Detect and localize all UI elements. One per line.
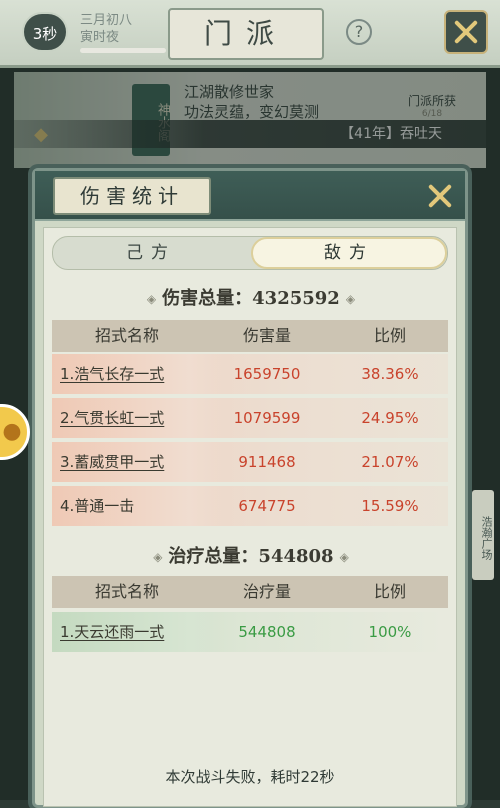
- tab-own-side[interactable]: 己方: [53, 237, 249, 269]
- col-skill-name: 招式名称: [94, 582, 159, 601]
- heal-table-header: 招式名称 治疗量 比例: [52, 576, 448, 608]
- table-row: 2.气贯长虹一式 1079599 24.95%: [52, 398, 448, 438]
- skill-link[interactable]: 2.气贯长虹一式: [52, 398, 224, 438]
- table-row: 4.普通一击 674775 15.59%: [52, 486, 448, 526]
- col-ratio: 比例: [373, 582, 406, 601]
- skill-link[interactable]: 1.浩气长存一式: [52, 354, 224, 394]
- help-button[interactable]: ?: [346, 19, 372, 45]
- tab-enemy-side[interactable]: 敌方: [251, 237, 447, 269]
- top-bar: 3秒 三月初八 寅时夜 门派 ?: [0, 0, 500, 68]
- page-title: 门派: [168, 8, 324, 60]
- skill-name: 2.气贯长虹一式: [60, 409, 165, 427]
- diamond-icon: ◈: [339, 550, 349, 564]
- date-line2: 寅时夜: [80, 30, 120, 45]
- timer-badge: 3秒: [22, 12, 68, 52]
- damage-stats-dialog: 伤害统计 己方 敌方 ◈ 伤害总量：4325592 ◈ 招式名称 伤害量 比例 1.…: [32, 168, 468, 808]
- side-tab-plaza[interactable]: 浩瀚广场: [472, 490, 494, 580]
- date-line1: 三月初八: [80, 13, 133, 28]
- table-row: 1.浩气长存一式 1659750 38.36%: [52, 354, 448, 394]
- side-tabs: 己方 敌方: [52, 236, 448, 270]
- dialog-body: 己方 敌方 ◈ 伤害总量：4325592 ◈ 招式名称 伤害量 比例 1.浩气长存一…: [43, 227, 457, 807]
- dialog-header: 伤害统计: [35, 171, 465, 221]
- dialog-title: 伤害统计: [53, 177, 211, 215]
- diamond-icon: ◈: [345, 292, 356, 306]
- damage-value: 674775: [238, 497, 296, 515]
- damage-ratio: 24.95%: [361, 409, 419, 427]
- heal-value: 544808: [238, 623, 296, 641]
- skill-name: 1.浩气长存一式: [60, 365, 165, 383]
- heal-total-title: ◈ 治疗总量：544808 ◈: [44, 542, 458, 568]
- diamond-icon: ◈: [153, 550, 163, 564]
- col-skill-name: 招式名称: [94, 326, 159, 345]
- heal-ratio: 100%: [368, 623, 412, 641]
- heal-total-label: 治疗总量：544808: [168, 546, 334, 567]
- skill-name: 4.普通一击: [52, 486, 224, 526]
- close-dialog-button[interactable]: [423, 179, 457, 213]
- damage-value: 1659750: [233, 365, 301, 383]
- col-heal: 治疗量: [242, 582, 291, 601]
- battle-result-text: 本次战斗失败，耗时22秒: [165, 768, 335, 786]
- time-progress-bar: [80, 48, 166, 53]
- damage-value: 1079599: [233, 409, 301, 427]
- col-damage: 伤害量: [242, 326, 291, 345]
- skill-link[interactable]: 1.天云还雨一式: [52, 612, 224, 652]
- damage-ratio: 15.59%: [361, 497, 419, 515]
- col-ratio: 比例: [373, 326, 406, 345]
- skill-name: 1.天云还雨一式: [60, 623, 165, 641]
- skill-name: 3.蓄威贯甲一式: [60, 453, 165, 471]
- damage-total-title: ◈ 伤害总量：4325592 ◈: [44, 284, 458, 310]
- table-row: 1.天云还雨一式 544808 100%: [52, 612, 448, 652]
- damage-table-header: 招式名称 伤害量 比例: [52, 320, 448, 352]
- gamepad-icon: ●: [2, 419, 22, 444]
- date-display: 三月初八 寅时夜: [80, 12, 132, 46]
- damage-ratio: 38.36%: [361, 365, 419, 383]
- damage-ratio: 21.07%: [361, 453, 419, 471]
- close-page-button[interactable]: [444, 10, 488, 54]
- skill-link[interactable]: 3.蓄威贯甲一式: [52, 442, 224, 482]
- diamond-icon: ◈: [146, 292, 157, 306]
- damage-value: 911468: [238, 453, 296, 471]
- damage-total-label: 伤害总量：4325592: [162, 288, 340, 309]
- table-row: 3.蓄威贯甲一式 911468 21.07%: [52, 442, 448, 482]
